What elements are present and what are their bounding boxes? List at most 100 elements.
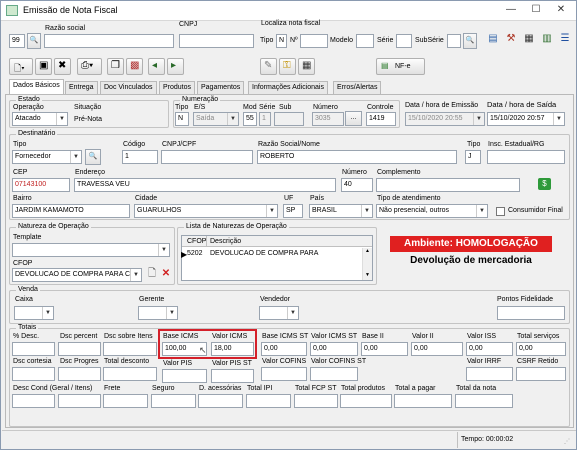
cep-input[interactable]: 07143100 (12, 178, 70, 192)
dest-codigo-input[interactable]: 1 (122, 150, 158, 164)
dest-tipo2-input[interactable]: J (465, 150, 481, 164)
search-dest-button[interactable]: 🔍 (85, 149, 101, 165)
dest-tipo-select[interactable]: Fornecedor ▼ (12, 150, 82, 164)
lock-button[interactable]: ⚿ (279, 58, 296, 75)
bairro-input[interactable]: JARDIM KAMAMOTO (12, 204, 130, 218)
calendar-icon[interactable]: ▦ (522, 32, 536, 46)
modelo-input[interactable] (356, 34, 374, 48)
base-ii-input[interactable]: 0,00 (361, 342, 408, 356)
dest-razao-input[interactable]: ROBERTO (257, 150, 457, 164)
vendedor-select[interactable]: ▼ (259, 306, 299, 320)
razao-social-input[interactable] (44, 34, 174, 48)
dollar-icon[interactable]: $ (538, 178, 551, 190)
gerente-select[interactable]: ▼ (138, 306, 178, 320)
maximize-button[interactable]: ☐ (526, 3, 546, 17)
frete-input[interactable] (103, 394, 148, 408)
pct-desc-input[interactable] (12, 342, 55, 356)
attach-button[interactable]: ✎ (260, 58, 277, 75)
template-select[interactable]: ▼ (12, 243, 170, 257)
uf-input[interactable]: SP (283, 204, 303, 218)
tools-icon[interactable]: ⚒ (504, 32, 518, 46)
total-pagar-input[interactable] (394, 394, 452, 408)
d-acessorias-input[interactable] (198, 394, 243, 408)
total-servicos-input[interactable]: 0,00 (516, 342, 566, 356)
dsc-percent-input[interactable] (58, 342, 101, 356)
dest-cnpj-input[interactable] (161, 150, 253, 164)
delete-button[interactable]: ✖ (54, 58, 71, 75)
cfop-select[interactable]: DEVOLUCAO DE COMPRA PARA C ▼ (12, 268, 142, 282)
sub-input[interactable] (274, 112, 304, 126)
num-serie-input[interactable]: 1 (259, 112, 271, 126)
export-button[interactable]: ▩ (126, 58, 143, 75)
close-button[interactable]: ✕ (551, 3, 571, 17)
data-saida-select[interactable]: 15/10/2020 20:57 ▼ (487, 112, 565, 126)
tab-entrega[interactable]: Entrega (65, 81, 98, 94)
tab-dados-basicos[interactable]: Dados Básicos (9, 79, 64, 95)
complemento-input[interactable] (376, 178, 520, 192)
tab-doc-vinculados[interactable]: Doc Vinculados (100, 81, 157, 94)
search-company-button[interactable]: 🔍 (27, 33, 41, 49)
tab-produtos[interactable]: Produtos (159, 81, 196, 94)
valor-cofins-input[interactable] (261, 367, 307, 381)
valor-irrf-input[interactable] (466, 367, 513, 381)
list-icon[interactable]: ☰ (558, 32, 572, 46)
document-icon[interactable]: 🗋 (145, 267, 159, 281)
caixa-select[interactable]: ▼ (14, 306, 54, 320)
total-desconto-input[interactable] (103, 367, 157, 381)
tab-informacoes-adicionais[interactable]: Informações Adicionais (248, 81, 328, 94)
data-emissao-select[interactable]: 15/10/2020 20:55 ▼ (405, 112, 485, 126)
total-nota-input[interactable] (455, 394, 513, 408)
serie-input[interactable] (396, 34, 412, 48)
dest-numero-input[interactable]: 40 (341, 178, 373, 192)
new-button[interactable]: 🗋▾ (9, 58, 33, 75)
cnpj-input[interactable] (179, 34, 254, 48)
endereco-input[interactable]: TRAVESSA VEU (74, 178, 336, 192)
empresa-code-input[interactable]: 99 (9, 34, 25, 48)
more-button[interactable]: ... (345, 111, 362, 126)
valor-cofins-st-input[interactable] (310, 367, 358, 381)
arrow-right-button[interactable]: ▸ (167, 58, 184, 75)
copy-doc-button[interactable]: ❐ (107, 58, 124, 75)
subserie-input[interactable] (447, 34, 461, 48)
pontos-input[interactable] (497, 306, 565, 320)
dsc-sobre-input[interactable] (103, 342, 157, 356)
desc-cond-itens-input[interactable] (58, 394, 101, 408)
desc-cond-geral-input[interactable] (12, 394, 55, 408)
num-numero-input[interactable]: 3035 (312, 112, 344, 126)
num-tipo-input[interactable]: N (175, 112, 189, 126)
csrf-retido-input[interactable] (516, 367, 566, 381)
copy-icon[interactable]: ▤ (486, 32, 500, 46)
base-icms-st-input[interactable]: 0,00 (261, 342, 307, 356)
valor-iss-input[interactable]: 0,00 (466, 342, 513, 356)
dest-ie-input[interactable] (487, 150, 565, 164)
dsc-cortesia-input[interactable] (12, 367, 55, 381)
clear-icon[interactable]: ✕ (159, 267, 173, 281)
minimize-button[interactable]: — (501, 3, 521, 17)
seguro-input[interactable] (151, 394, 196, 408)
grid-icon[interactable]: ▥ (540, 32, 554, 46)
valor-pis-input[interactable] (162, 369, 207, 383)
es-select[interactable]: Saída ▼ (193, 112, 239, 126)
total-produtos-input[interactable] (340, 394, 392, 408)
operacao-select[interactable]: Atacado ▼ (12, 112, 68, 126)
tab-erros-alertas[interactable]: Erros/Alertas (333, 81, 382, 94)
save-button[interactable]: ▣ (35, 58, 52, 75)
total-fcp-st-input[interactable] (294, 394, 338, 408)
table-scrollbar[interactable]: ▲ ▼ (362, 248, 372, 280)
valor-pis-st-input[interactable] (211, 369, 254, 383)
print-button[interactable]: ⎙▾ (77, 58, 102, 75)
mod-input[interactable]: 55 (243, 112, 257, 126)
cidade-select[interactable]: GUARULHOS ▼ (134, 204, 278, 218)
table-row[interactable]: ▶ 5202 DEVOLUCAO DE COMPRA PARA (181, 248, 362, 260)
calc-button[interactable]: ▦ (298, 58, 315, 75)
numero-search-input[interactable] (300, 34, 328, 48)
tab-pagamentos[interactable]: Pagamentos (197, 81, 245, 94)
controle-input[interactable]: 1419 (366, 112, 396, 126)
atendimento-select[interactable]: Não presencial, outros ▼ (376, 204, 488, 218)
valor-icms-st-input[interactable]: 0,00 (310, 342, 358, 356)
pais-select[interactable]: BRASIL ▼ (309, 204, 373, 218)
valor-ii-input[interactable]: 0,00 (411, 342, 463, 356)
tipo-input[interactable]: N (276, 34, 287, 48)
arrow-left-button[interactable]: ◂ (148, 58, 165, 75)
dsc-progres-input[interactable] (58, 367, 101, 381)
